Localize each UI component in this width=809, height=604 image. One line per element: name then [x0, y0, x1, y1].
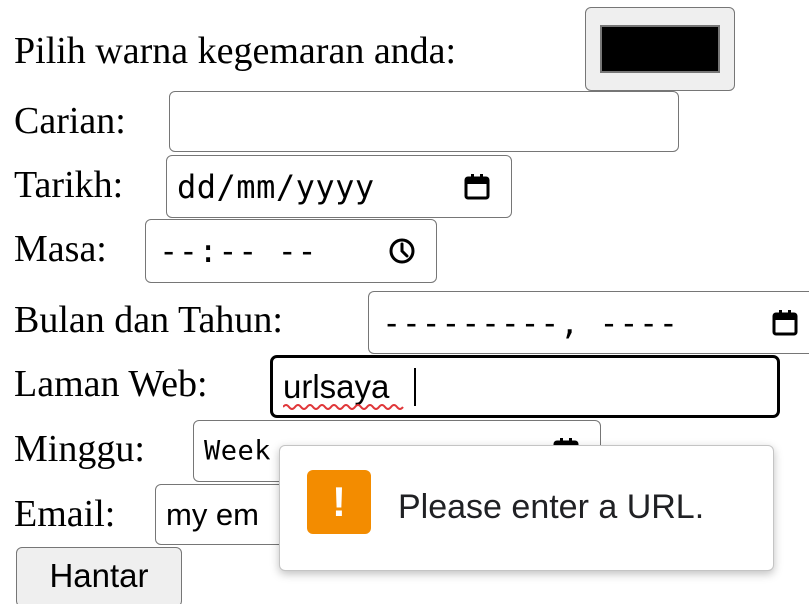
month-input[interactable]: ---------, ----	[368, 291, 809, 354]
color-picker-button[interactable]	[585, 7, 735, 91]
submit-button[interactable]: Hantar	[16, 547, 182, 604]
date-label: Tarikh:	[14, 164, 124, 206]
date-input[interactable]: dd/mm/yyyy	[166, 155, 512, 218]
url-label: Laman Web:	[14, 363, 208, 405]
month-placeholder: ---------, ----	[382, 303, 679, 342]
spellcheck-underline	[283, 404, 404, 410]
calendar-icon[interactable]	[771, 309, 799, 337]
week-label: Minggu:	[14, 428, 145, 470]
email-input-value: my em	[166, 496, 259, 532]
search-label: Carian:	[14, 100, 126, 142]
text-cursor	[414, 368, 416, 406]
url-input[interactable]: urlsaya	[270, 355, 780, 418]
color-label: Pilih warna kegemaran anda:	[14, 30, 457, 72]
validation-message: Please enter a URL.	[398, 488, 705, 526]
warning-icon: !	[307, 470, 371, 534]
search-input[interactable]	[169, 91, 679, 152]
date-placeholder: dd/mm/yyyy	[177, 167, 375, 206]
time-label: Masa:	[14, 228, 107, 270]
time-input[interactable]: --:-- --	[145, 219, 437, 283]
calendar-icon[interactable]	[463, 173, 491, 201]
url-input-value: urlsaya	[283, 367, 390, 405]
month-label: Bulan dan Tahun:	[14, 299, 283, 341]
time-placeholder: --:-- --	[159, 232, 318, 270]
week-placeholder: Week	[204, 435, 272, 467]
clock-icon[interactable]	[387, 236, 417, 266]
color-swatch	[600, 25, 720, 73]
email-label: Email:	[14, 493, 116, 535]
